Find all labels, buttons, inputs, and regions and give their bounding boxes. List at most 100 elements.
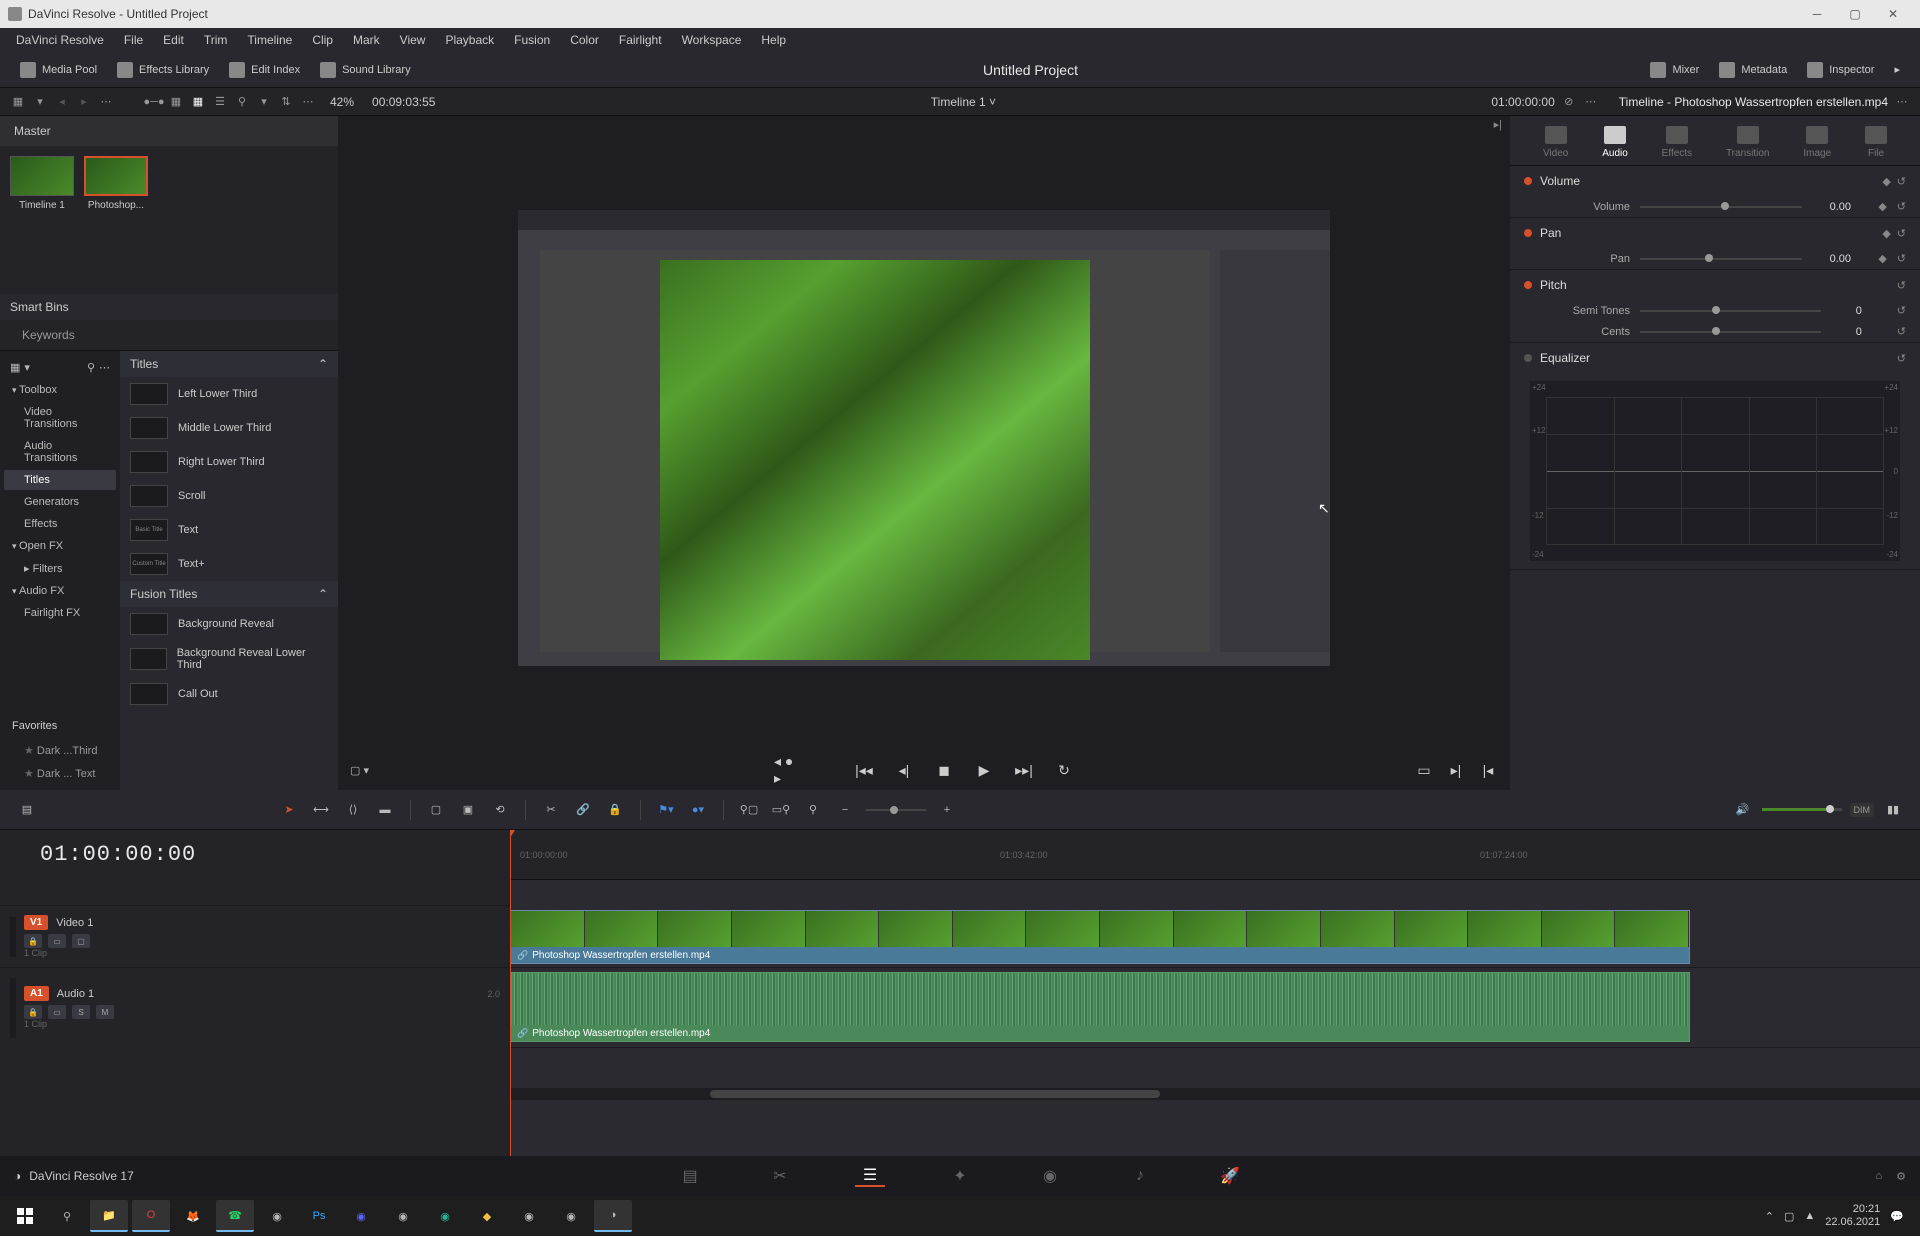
timeline-name-dropdown[interactable]: Timeline 1 ˅ [441, 95, 1485, 109]
app-icon[interactable]: ◉ [426, 1200, 464, 1232]
keyframe-icon[interactable]: ◆ [1882, 175, 1890, 188]
meter-icon[interactable]: ▮▮ [1882, 799, 1904, 821]
inspector-tab-file[interactable]: File [1865, 126, 1887, 159]
chevron-down-icon-2[interactable]: ▾ [256, 94, 272, 110]
thumb-large-icon[interactable]: ▦ [190, 94, 206, 110]
menu-fairlight[interactable]: Fairlight [611, 31, 670, 49]
tree-openfx[interactable]: Open FX [4, 536, 116, 556]
more-icon-2[interactable]: ⋯ [300, 94, 316, 110]
fusion-titles-section-header[interactable]: Fusion Titles⌃ [120, 581, 338, 607]
minimize-button[interactable]: ─ [1798, 4, 1836, 24]
go-last-button[interactable]: ▸▸| [1014, 760, 1034, 780]
tray-chevron-icon[interactable]: ⌃ [1765, 1210, 1774, 1223]
enable-dot-icon[interactable] [1524, 354, 1532, 362]
chevron-down-icon[interactable]: ▾ [32, 94, 48, 110]
reset-icon[interactable]: ↺ [1897, 304, 1906, 317]
audio-track-header[interactable]: A1 Audio 1 2.0 🔒 ▭ S M 1 Clip [0, 967, 510, 1047]
tray-battery-icon[interactable]: ▢ [1784, 1210, 1794, 1223]
edit-page[interactable]: ☰ [855, 1165, 885, 1187]
inspector-tab-audio[interactable]: Audio [1602, 126, 1628, 159]
step-back-button[interactable]: ◂| [894, 760, 914, 780]
tree-generators[interactable]: Generators [4, 492, 116, 512]
chrome-icon[interactable]: ◉ [258, 1200, 296, 1232]
effect-left-lower-third[interactable]: Left Lower Third [120, 377, 338, 411]
tree-audio-transitions[interactable]: Audio Transitions [4, 436, 116, 468]
photoshop-icon[interactable]: Ps [300, 1200, 338, 1232]
monitor-volume-slider[interactable] [1762, 808, 1842, 811]
master-bin[interactable]: Master [0, 116, 338, 146]
home-icon[interactable]: ⌂ [1875, 1170, 1882, 1183]
opera-icon[interactable]: O [132, 1200, 170, 1232]
slider-icon[interactable]: ●─● [146, 94, 162, 110]
cents-value[interactable]: 0 [1831, 326, 1887, 338]
eq-graph[interactable]: +24 +24 +12 +12 0 -12 -12 -24 -24 [1530, 381, 1900, 561]
loop-button[interactable]: ↻ [1054, 760, 1074, 780]
reset-icon[interactable]: ↺ [1897, 352, 1906, 365]
video-clip[interactable]: 🔗Photoshop Wassertropfen erstellen.mp4 [510, 910, 1690, 964]
razor-icon[interactable]: ✂ [540, 799, 562, 821]
timeline-timecode[interactable]: 01:00:00:00 [0, 830, 510, 879]
cut-page[interactable]: ✂ [765, 1165, 795, 1187]
more-icon[interactable]: ⋯ [99, 361, 110, 374]
lock-track-icon[interactable]: 🔒 [24, 1005, 42, 1019]
menu-color[interactable]: Color [562, 31, 607, 49]
effect-background-reveal-lower[interactable]: Background Reveal Lower Third [120, 641, 338, 677]
enable-dot-icon[interactable] [1524, 177, 1532, 185]
marker-dropdown[interactable]: ●▾ [687, 799, 709, 821]
tree-audiofx[interactable]: Audio FX [4, 581, 116, 601]
search-icon[interactable]: ⚲ [87, 361, 95, 374]
effect-text-plus[interactable]: Custom TitleText+ [120, 547, 338, 581]
blade-tool[interactable]: ▬ [374, 799, 396, 821]
menu-view[interactable]: View [392, 31, 434, 49]
sound-library-button[interactable]: Sound Library [310, 52, 421, 87]
semitones-slider[interactable] [1640, 310, 1821, 312]
notifications-icon[interactable]: 💬 [1890, 1210, 1904, 1223]
chevron-down-icon[interactable]: ▾ [24, 361, 30, 374]
program-viewer[interactable] [338, 126, 1510, 750]
menu-trim[interactable]: Trim [196, 31, 236, 49]
audio-track-badge[interactable]: A1 [24, 986, 49, 1001]
tree-fairlight[interactable]: Fairlight FX [4, 603, 116, 623]
insert-tool[interactable]: ▢ [425, 799, 447, 821]
enable-dot-icon[interactable] [1524, 281, 1532, 289]
more-icon[interactable]: ⋯ [98, 94, 114, 110]
bin-view-icon[interactable]: ▦ [10, 94, 26, 110]
video-track-badge[interactable]: V1 [24, 915, 48, 930]
mixer-button[interactable]: Mixer [1640, 52, 1709, 87]
reset-icon[interactable]: ↺ [1897, 227, 1906, 240]
audio-track-row[interactable]: 🔗Photoshop Wassertropfen erstellen.mp4 [510, 968, 1920, 1048]
flag-dropdown[interactable]: ⚑▾ [655, 799, 677, 821]
davinci-taskbar-icon[interactable]: ◑ [594, 1200, 632, 1232]
search-taskbar-icon[interactable]: ⚲ [48, 1200, 86, 1232]
zoom-to-fit-icon[interactable]: ▭⚲ [770, 799, 792, 821]
sort-icon[interactable]: ⇅ [278, 94, 294, 110]
more-icon-4[interactable]: ⋯ [1894, 94, 1910, 110]
inspector-tab-effects[interactable]: Effects [1662, 126, 1692, 159]
expand-button[interactable]: ▸ [1884, 52, 1910, 87]
zoom-out-icon[interactable]: − [834, 799, 856, 821]
effect-call-out[interactable]: Call Out [120, 677, 338, 711]
reset-icon[interactable]: ↺ [1897, 279, 1906, 292]
cents-slider[interactable] [1640, 331, 1821, 333]
solo-button[interactable]: S [72, 1005, 90, 1019]
zoom-in-icon[interactable]: + [936, 799, 958, 821]
keyframe-icon[interactable]: ◆ [1882, 227, 1890, 240]
play-button[interactable]: ▶ [974, 760, 994, 780]
semitones-value[interactable]: 0 [1831, 305, 1887, 317]
lock-track-icon[interactable]: 🔒 [24, 934, 42, 948]
reset-icon[interactable]: ↺ [1897, 175, 1906, 188]
tree-titles[interactable]: Titles [4, 470, 116, 490]
custom-zoom-icon[interactable]: ⚲ [802, 799, 824, 821]
menu-playback[interactable]: Playback [437, 31, 502, 49]
playhead[interactable] [510, 830, 511, 1156]
stop-button[interactable]: ◼ [934, 760, 954, 780]
pan-slider[interactable] [1640, 258, 1802, 260]
video-track-header[interactable]: V1 Video 1 🔒 ▭ ▢ 1 Clip [0, 905, 510, 967]
mute-button[interactable]: M [96, 1005, 114, 1019]
inspector-tab-video[interactable]: Video [1543, 126, 1568, 159]
discord-icon[interactable]: ◉ [342, 1200, 380, 1232]
reset-icon[interactable]: ↺ [1897, 252, 1906, 265]
effect-scroll[interactable]: Scroll [120, 479, 338, 513]
favorite-item[interactable]: Dark ... Text [4, 763, 116, 784]
go-last-icon[interactable]: ▸| [1494, 118, 1502, 124]
